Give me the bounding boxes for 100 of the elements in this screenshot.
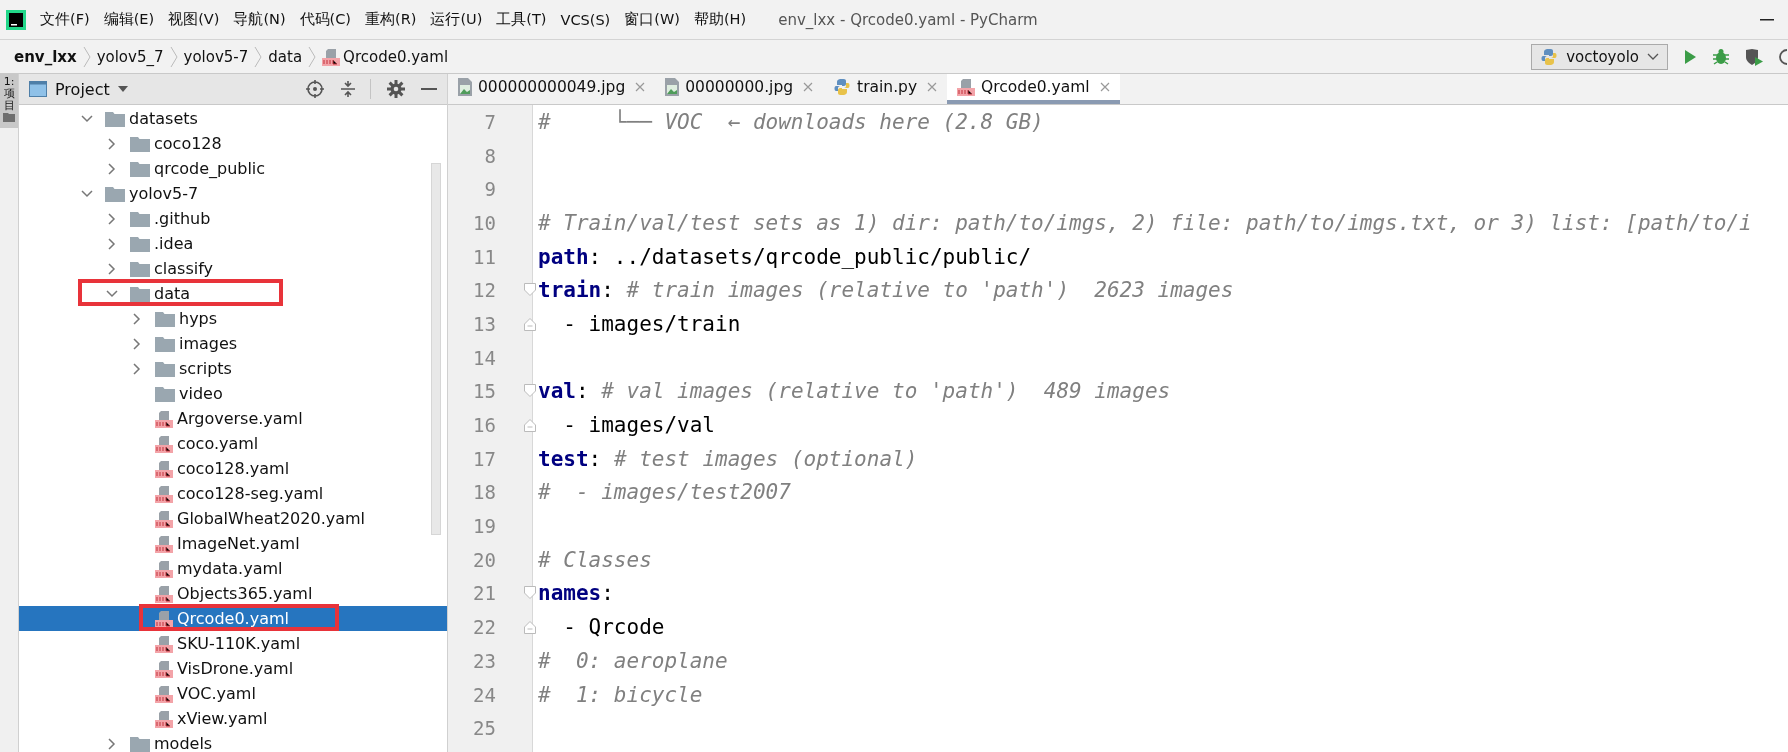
- bug-icon[interactable]: [1712, 47, 1730, 66]
- run-config-dropdown[interactable]: voctoyolo: [1531, 43, 1668, 70]
- chevron-icon[interactable]: [106, 212, 118, 225]
- tree-item-label: mydata.yaml: [177, 559, 283, 578]
- menu-item[interactable]: 帮助(H): [693, 10, 747, 29]
- tree-item[interactable]: coco128-seg.yaml: [19, 481, 447, 506]
- tree-item[interactable]: mydata.yaml: [19, 556, 447, 581]
- tree-item[interactable]: coco128.yaml: [19, 456, 447, 481]
- chevron-icon[interactable]: [131, 337, 143, 350]
- tree-item[interactable]: classify: [19, 256, 447, 281]
- close-icon[interactable]: [1099, 82, 1110, 92]
- chevron-icon[interactable]: [131, 362, 143, 375]
- caret-icon: [1647, 52, 1659, 61]
- tree-item-label: coco.yaml: [177, 434, 259, 453]
- tree-item[interactable]: coco128: [19, 131, 447, 156]
- window-icon: [29, 81, 47, 97]
- tree-item[interactable]: Qrcode0.yaml: [19, 606, 447, 631]
- tree-item[interactable]: hyps: [19, 306, 447, 331]
- menu-item[interactable]: 文件(F): [40, 10, 90, 29]
- editor-tab[interactable]: train.py: [823, 74, 948, 104]
- tree-item[interactable]: SKU-110K.yaml: [19, 631, 447, 656]
- menu-item[interactable]: VCS(S): [560, 11, 611, 28]
- tree-item[interactable]: VOC.yaml: [19, 681, 447, 706]
- menu-item[interactable]: 导航(N): [233, 10, 286, 29]
- tree-item[interactable]: qrcode_public: [19, 156, 447, 181]
- panel-title[interactable]: Project: [55, 79, 110, 99]
- tree-item[interactable]: models: [19, 731, 447, 752]
- folder-icon: [105, 185, 125, 202]
- tree-item[interactable]: VisDrone.yaml: [19, 656, 447, 681]
- chevron-icon[interactable]: [106, 237, 118, 250]
- menu-item[interactable]: 编辑(E): [103, 10, 155, 29]
- code-line: names:: [538, 581, 614, 606]
- caret-icon[interactable]: [117, 86, 128, 92]
- minimize-icon[interactable]: [421, 87, 437, 91]
- breadcrumb[interactable]: yolov5_7: [90, 47, 170, 66]
- tree-item[interactable]: GlobalWheat2020.yaml: [19, 506, 447, 531]
- line-number: 15: [472, 380, 496, 403]
- tree-item[interactable]: ImageNet.yaml: [19, 531, 447, 556]
- image-file-icon: [665, 78, 680, 96]
- folder-icon: [3, 112, 15, 123]
- menu-item[interactable]: 运行(U): [430, 10, 483, 29]
- profiler-icon[interactable]: [1778, 47, 1788, 66]
- line-number: 22: [472, 616, 496, 639]
- project-tool-tab[interactable]: 1:项目: [0, 74, 18, 129]
- scrollbar-thumb[interactable]: [431, 163, 441, 535]
- tree-item[interactable]: data: [19, 281, 447, 306]
- run-icon[interactable]: [1682, 48, 1698, 65]
- chevron-icon[interactable]: [106, 287, 118, 300]
- tree-item[interactable]: .github: [19, 206, 447, 231]
- line-number: 23: [472, 649, 496, 672]
- editor-tab[interactable]: 00000000.jpg: [655, 74, 824, 104]
- tree-item-label: Argoverse.yaml: [177, 409, 303, 428]
- code-line: val: # val images (relative to 'path') 489 images: [538, 379, 1171, 404]
- tree-item[interactable]: scripts: [19, 356, 447, 381]
- tree-item-label: .github: [154, 209, 211, 228]
- chevron-icon[interactable]: [81, 187, 93, 200]
- tree-item[interactable]: images: [19, 331, 447, 356]
- folder-icon: [130, 235, 150, 252]
- code-line: - images/val: [562, 413, 715, 438]
- menu-item[interactable]: 代码(C): [299, 10, 351, 29]
- tree-item[interactable]: Objects365.yaml: [19, 581, 447, 606]
- tree-item[interactable]: datasets: [19, 106, 447, 131]
- collapse-icon[interactable]: [340, 80, 356, 98]
- code-line: - images/train: [562, 311, 741, 336]
- editor-tab[interactable]: 000000000049.jpg: [448, 74, 656, 104]
- tree-item[interactable]: video: [19, 381, 447, 406]
- breadcrumb[interactable]: Qrcode0.yaml: [316, 47, 455, 66]
- chevron-icon[interactable]: [106, 137, 118, 150]
- breadcrumb[interactable]: data: [262, 47, 309, 66]
- tree-item[interactable]: .idea: [19, 231, 447, 256]
- chevron-icon[interactable]: [131, 312, 143, 325]
- menu-item[interactable]: 窗口(W): [624, 10, 680, 29]
- tree-item[interactable]: coco.yaml: [19, 431, 447, 456]
- chevron-icon[interactable]: [81, 112, 93, 125]
- close-icon[interactable]: [803, 82, 814, 92]
- breadcrumb[interactable]: yolov5-7: [177, 47, 255, 66]
- separator-icon: [82, 45, 91, 68]
- tree-item-label: xView.yaml: [177, 709, 268, 728]
- settings-icon[interactable]: [387, 80, 405, 98]
- tree-item-label: hyps: [179, 309, 218, 328]
- menu-item[interactable]: 重构(R): [365, 10, 417, 29]
- close-icon[interactable]: [635, 82, 646, 92]
- line-number: 25: [472, 717, 496, 740]
- chevron-icon[interactable]: [106, 737, 118, 750]
- chevron-icon[interactable]: [106, 162, 118, 175]
- close-icon[interactable]: [927, 82, 938, 92]
- line-number: 16: [472, 414, 496, 437]
- editor-tab[interactable]: Qrcode0.yaml: [947, 74, 1120, 104]
- menu-item[interactable]: 视图(V): [168, 10, 220, 29]
- menu-item[interactable]: 工具(T): [496, 10, 547, 29]
- chevron-icon[interactable]: [106, 262, 118, 275]
- tree-item[interactable]: yolov5-7: [19, 181, 447, 206]
- line-number: 21: [472, 582, 496, 605]
- tree-item[interactable]: xView.yaml: [19, 706, 447, 731]
- breadcrumb[interactable]: env_lxx: [8, 47, 83, 66]
- tree-item-label: GlobalWheat2020.yaml: [177, 509, 366, 528]
- crosshair-icon[interactable]: [306, 80, 324, 98]
- minimize-icon[interactable]: [1760, 18, 1774, 21]
- tree-item[interactable]: Argoverse.yaml: [19, 406, 447, 431]
- coverage-icon[interactable]: [1744, 47, 1764, 66]
